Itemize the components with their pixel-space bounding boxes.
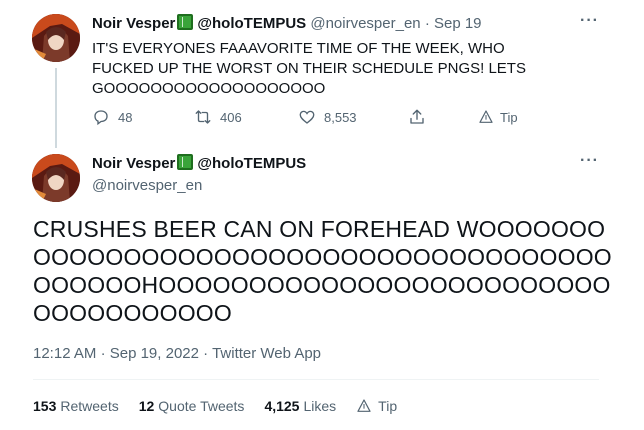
- tweet-text: CRUSHES BEER CAN ON FOREHEAD WOOOOOOOOOO…: [33, 216, 612, 326]
- separator: ·: [424, 15, 430, 32]
- tweet-date[interactable]: Sep 19: [434, 15, 482, 32]
- like-count: 8,553: [324, 109, 357, 125]
- display-name[interactable]: Noir Vesper: [92, 15, 175, 32]
- quotes-count: 12: [138, 398, 155, 414]
- heart-icon: [299, 110, 315, 124]
- tweet-text: IT'S EVERYONES FAAAVORITE TIME OF THE WE…: [92, 40, 526, 97]
- thread-line: [55, 68, 57, 148]
- tweet-meta: 12:12 AM · Sep 19, 2022 · Twitter Web Ap…: [33, 345, 321, 362]
- green-book-icon: [177, 14, 194, 30]
- retweets-stat[interactable]: 153 Retweets: [33, 398, 119, 414]
- tweet1-header: Noir Vesper @holoTEMPUS @noirvesper_en · …: [92, 14, 482, 32]
- separator: ·: [203, 345, 209, 362]
- divider: [33, 379, 599, 380]
- share-icon: [410, 109, 424, 124]
- avatar[interactable]: [32, 154, 80, 202]
- tweet-stats: 153 Retweets 12 Quote Tweets 4,125 Likes Ti…: [33, 398, 397, 414]
- tip-button[interactable]: Tip: [478, 109, 518, 125]
- separator: ·: [100, 345, 106, 362]
- avatar-image: [32, 154, 80, 202]
- likes-stat[interactable]: 4,125 Likes: [264, 398, 336, 414]
- tip-label: Tip: [500, 109, 518, 125]
- more-options-icon[interactable]: ···: [580, 12, 599, 30]
- reply-icon: [94, 110, 108, 126]
- user-handle[interactable]: @noirvesper_en: [310, 15, 420, 32]
- tip-icon: [357, 399, 371, 412]
- more-options-icon[interactable]: ···: [580, 152, 599, 170]
- user-handle[interactable]: @noirvesper_en: [92, 177, 202, 194]
- avatar[interactable]: [32, 14, 80, 62]
- tweet-time[interactable]: 12:12 AM: [33, 345, 96, 362]
- tweet2-header: Noir Vesper @holoTEMPUS: [92, 154, 306, 172]
- tip-button[interactable]: Tip: [356, 398, 397, 414]
- quotes-label: Quote Tweets: [158, 398, 245, 414]
- tweet-source[interactable]: Twitter Web App: [212, 345, 321, 362]
- likes-count: 4,125: [264, 398, 300, 414]
- retweet-button[interactable]: 406: [194, 108, 298, 126]
- reply-button[interactable]: 48: [92, 108, 194, 126]
- tip-label: Tip: [378, 398, 398, 414]
- retweets-label: Retweets: [60, 398, 119, 414]
- green-book-icon: [177, 154, 194, 170]
- tweet-actions: 48 406 8,553 Tip: [92, 108, 518, 126]
- retweet-count: 406: [220, 109, 242, 125]
- retweet-icon: [195, 110, 211, 124]
- tip-icon: [479, 110, 493, 123]
- tweet-date[interactable]: Sep 19, 2022: [110, 345, 199, 362]
- avatar-image: [32, 14, 80, 62]
- retweets-count: 153: [33, 398, 57, 414]
- display-name[interactable]: Noir Vesper: [92, 155, 175, 172]
- display-name-suffix[interactable]: @holoTEMPUS: [197, 15, 306, 32]
- display-name-suffix[interactable]: @holoTEMPUS: [197, 155, 306, 172]
- quote-tweets-stat[interactable]: 12 Quote Tweets: [139, 398, 245, 414]
- likes-label: Likes: [303, 398, 337, 414]
- like-button[interactable]: 8,553: [298, 108, 408, 126]
- share-button[interactable]: [408, 108, 478, 126]
- reply-count: 48: [118, 109, 133, 125]
